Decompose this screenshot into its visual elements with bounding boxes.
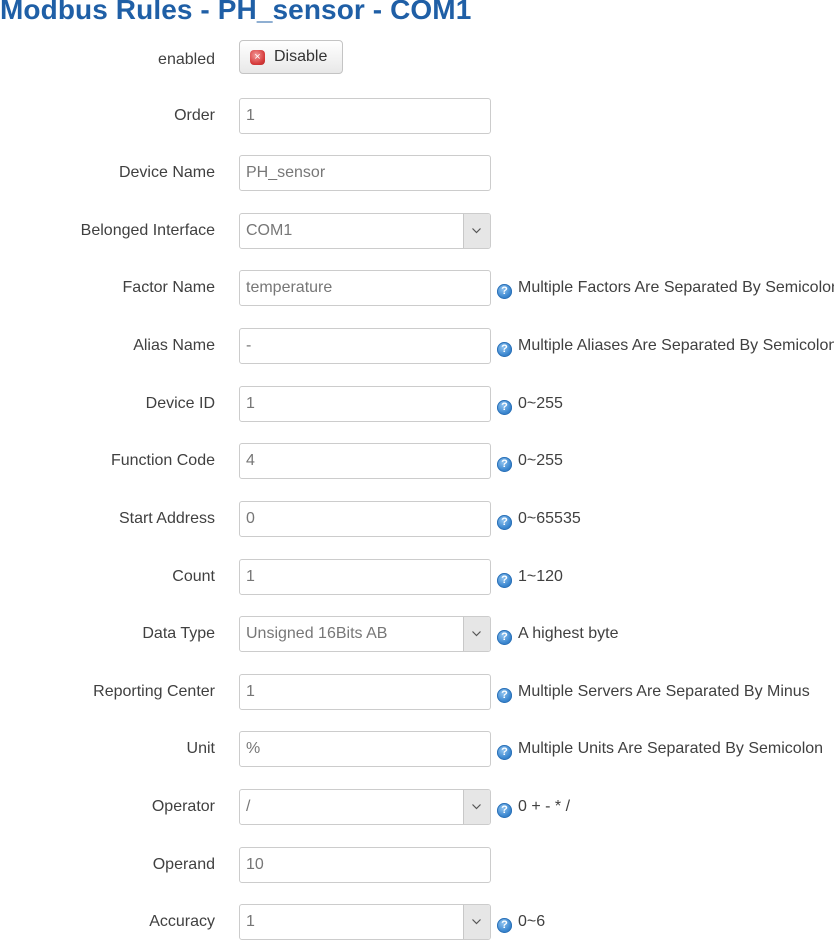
data-type-value: Unsigned 16Bits AB <box>246 625 388 642</box>
hint-text: 0~6 <box>518 913 546 930</box>
data-type-select[interactable]: Unsigned 16Bits AB <box>239 616 491 652</box>
function-code-hint: ? 0~255 <box>497 443 563 479</box>
unit-hint: ? Multiple Units Are Separated By Semicol… <box>497 731 823 767</box>
hint-text: Multiple Units Are Separated By Semicolo… <box>518 740 824 757</box>
unit-label: Unit <box>186 740 215 757</box>
operator-hint: ? 0 + - * / <box>497 789 570 825</box>
hint-text: 0~255 <box>518 452 563 469</box>
start-address-label: Start Address <box>118 510 215 527</box>
reporting-center-hint: ? Multiple Servers Are Separated By Minus <box>497 674 810 710</box>
help-icon[interactable]: ? <box>497 400 512 415</box>
help-icon[interactable]: ? <box>497 918 512 933</box>
count-input[interactable] <box>239 559 491 595</box>
help-icon[interactable]: ? <box>497 745 512 760</box>
hint-text: 1~120 <box>518 568 563 585</box>
factor-name-hint: ? Multiple Factors Are Separated By Semic… <box>497 270 834 306</box>
chevron-down-icon <box>472 804 481 810</box>
chevron-down-icon <box>472 631 481 637</box>
row-device-id: Device ID ? 0~255 <box>0 386 834 422</box>
count-hint: ? 1~120 <box>497 559 563 595</box>
reporting-center-input[interactable] <box>239 674 491 710</box>
help-icon[interactable]: ? <box>497 284 512 299</box>
belonged-interface-label: Belonged Interface <box>80 222 215 239</box>
row-operand: Operand <box>0 847 834 883</box>
help-icon[interactable]: ? <box>497 688 512 703</box>
alias-name-label: Alias Name <box>133 337 215 354</box>
accuracy-value: 1 <box>246 913 255 930</box>
hint-text: 0 + - * / <box>518 798 571 815</box>
chevron-down-icon <box>472 919 481 925</box>
hint-text: Multiple Aliases Are Separated By Semico… <box>518 337 834 354</box>
hint-text: A highest byte <box>518 625 619 642</box>
row-factor-name: Factor Name ? Multiple Factors Are Separa… <box>0 270 834 306</box>
row-belonged-interface: Belonged Interface COM1 <box>0 213 834 249</box>
help-icon[interactable]: ? <box>497 573 512 588</box>
row-start-address: Start Address ? 0~65535 <box>0 501 834 537</box>
hint-text: 0~255 <box>518 395 563 412</box>
operand-label: Operand <box>152 856 215 873</box>
order-label: Order <box>174 107 215 124</box>
disable-button[interactable]: × Disable <box>239 40 343 74</box>
start-address-hint: ? 0~65535 <box>497 501 581 537</box>
help-icon[interactable]: ? <box>497 630 512 645</box>
hint-text: 0~65535 <box>518 510 581 527</box>
function-code-label: Function Code <box>110 452 215 469</box>
dropdown-button[interactable] <box>463 790 490 824</box>
belonged-interface-select[interactable]: COM1 <box>239 213 491 249</box>
help-icon[interactable]: ? <box>497 515 512 530</box>
operator-value: / <box>246 798 251 815</box>
alias-name-hint: ? Multiple Aliases Are Separated By Semic… <box>497 328 834 364</box>
belonged-interface-value: COM1 <box>246 222 293 239</box>
row-accuracy: Accuracy 1 ? 0~6 <box>0 904 834 940</box>
page-title: Modbus Rules - PH_sensor - COM1 <box>0 0 472 25</box>
start-address-input[interactable] <box>239 501 491 537</box>
help-icon[interactable]: ? <box>497 342 512 357</box>
device-id-input[interactable] <box>239 386 491 422</box>
row-count: Count ? 1~120 <box>0 559 834 595</box>
device-name-input[interactable] <box>239 155 491 191</box>
alias-name-input[interactable] <box>239 328 491 364</box>
row-order: Order <box>0 98 834 134</box>
factor-name-input[interactable] <box>239 270 491 306</box>
chevron-down-icon <box>472 228 481 234</box>
device-id-label: Device ID <box>145 395 215 412</box>
help-icon[interactable]: ? <box>497 803 512 818</box>
operand-input[interactable] <box>239 847 491 883</box>
accuracy-hint: ? 0~6 <box>497 904 545 940</box>
unit-input[interactable] <box>239 731 491 767</box>
row-data-type: Data Type Unsigned 16Bits AB ? A highest … <box>0 616 834 652</box>
data-type-label: Data Type <box>142 625 215 642</box>
dropdown-button[interactable] <box>463 214 490 248</box>
hint-text: Multiple Servers Are Separated By Minus <box>518 683 810 700</box>
device-id-hint: ? 0~255 <box>497 386 563 422</box>
data-type-hint: ? A highest byte <box>497 616 619 652</box>
dropdown-button[interactable] <box>463 905 490 939</box>
close-icon: × <box>250 50 265 65</box>
hint-text: Multiple Factors Are Separated By Semico… <box>518 279 834 296</box>
device-name-label: Device Name <box>118 164 215 181</box>
dropdown-button[interactable] <box>463 617 490 651</box>
operator-select[interactable]: / <box>239 789 491 825</box>
order-input[interactable] <box>239 98 491 134</box>
row-device-name: Device Name <box>0 155 834 191</box>
factor-name-label: Factor Name <box>122 279 215 296</box>
accuracy-label: Accuracy <box>149 913 215 930</box>
row-operator: Operator / ? 0 + - * / <box>0 789 834 825</box>
enabled-label: enabled <box>158 51 215 68</box>
accuracy-select[interactable]: 1 <box>239 904 491 940</box>
row-reporting-center: Reporting Center ? Multiple Servers Are S… <box>0 674 834 710</box>
function-code-input[interactable] <box>239 443 491 479</box>
reporting-center-label: Reporting Center <box>93 683 215 700</box>
row-alias-name: Alias Name ? Multiple Aliases Are Separat… <box>0 328 834 364</box>
operator-label: Operator <box>151 798 215 815</box>
row-unit: Unit ? Multiple Units Are Separated By Se… <box>0 731 834 767</box>
count-label: Count <box>172 568 215 585</box>
row-enabled: enabled × Disable <box>0 40 834 78</box>
row-function-code: Function Code ? 0~255 <box>0 443 834 479</box>
disable-button-label: Disable <box>274 48 328 65</box>
help-icon[interactable]: ? <box>497 457 512 472</box>
